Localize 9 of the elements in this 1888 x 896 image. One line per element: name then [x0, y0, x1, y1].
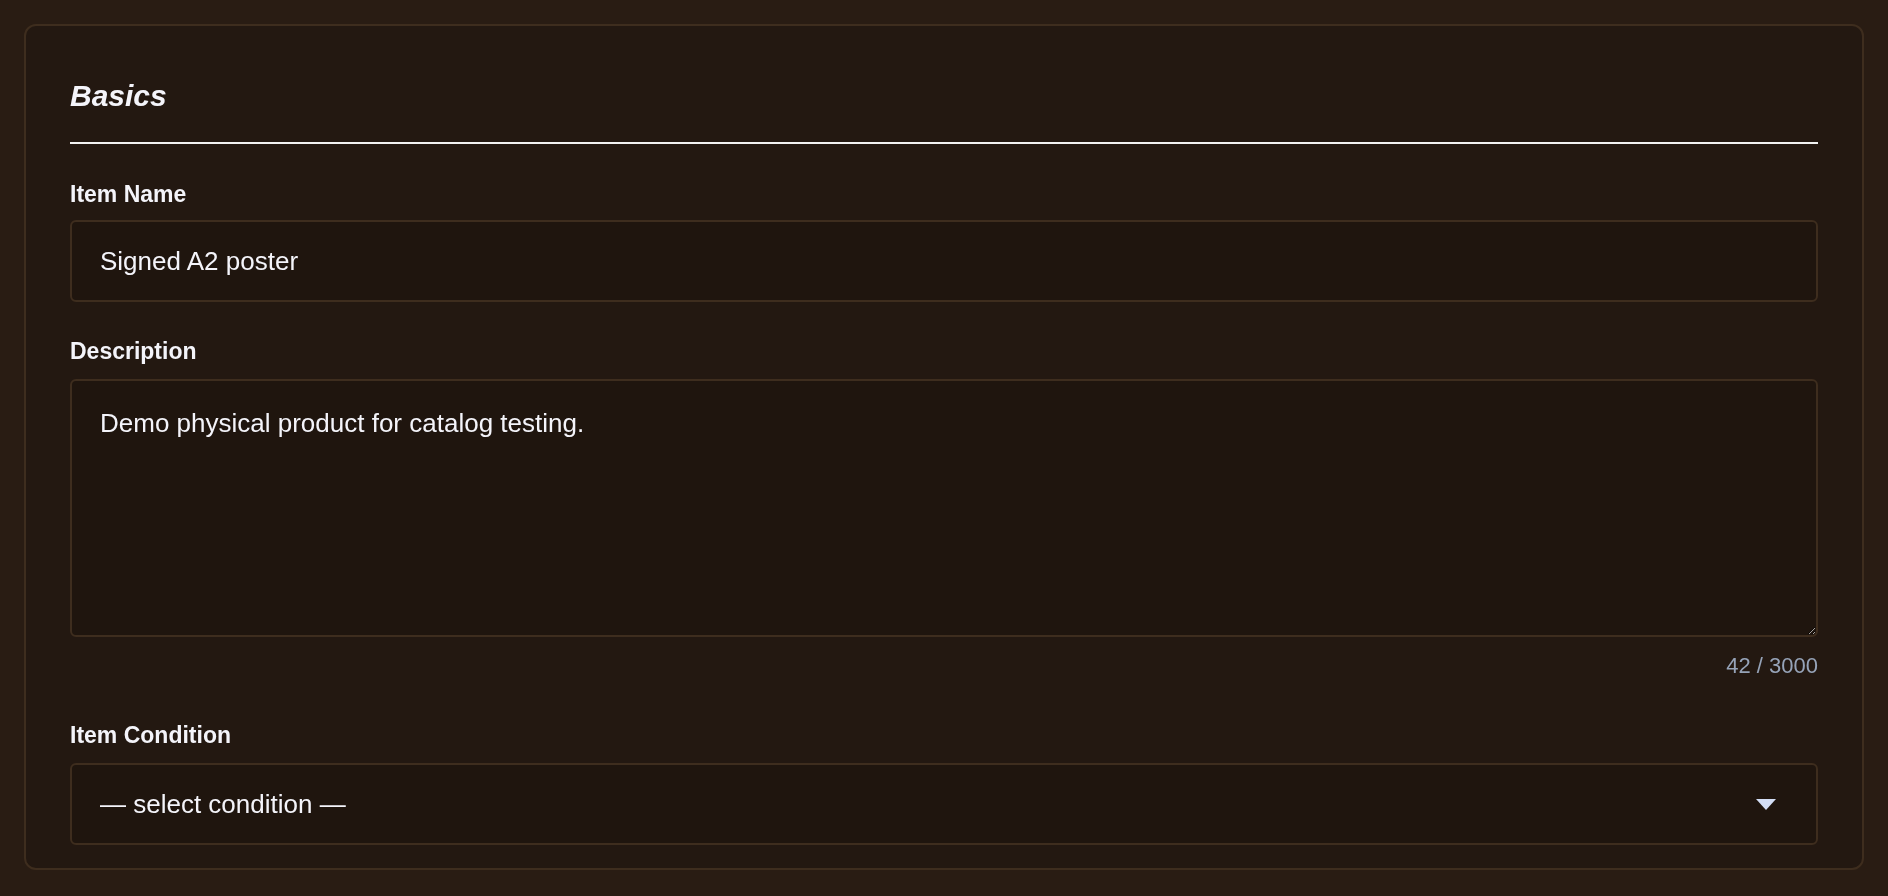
- condition-select[interactable]: — select condition —: [70, 763, 1818, 845]
- field-label: Item Condition: [70, 721, 232, 749]
- field-label: Item Name: [70, 180, 188, 208]
- description-field[interactable]: Demo physical product for catalog testing.: [70, 379, 1818, 637]
- caret-icon: [1756, 798, 1776, 810]
- field-label: Description: [70, 337, 198, 365]
- item-name-field[interactable]: Signed A2 poster: [70, 220, 1818, 302]
- character-counter: 42 / 3000: [1726, 653, 1818, 679]
- section-title: Basics: [70, 78, 168, 114]
